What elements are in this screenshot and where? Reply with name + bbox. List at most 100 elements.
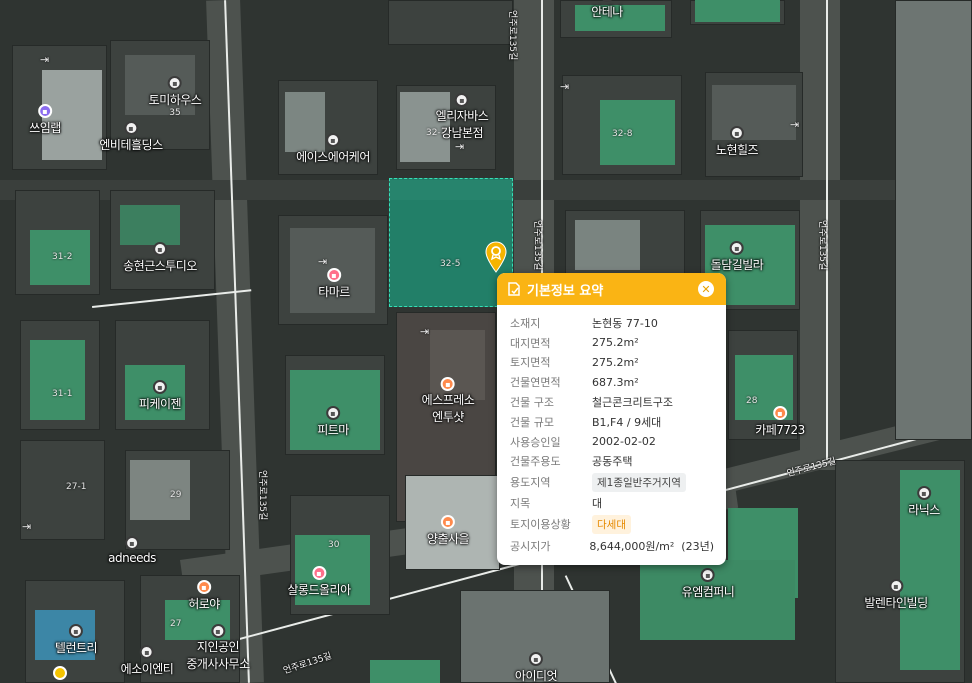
info-row-site-area: 대지면적 275.2m² <box>510 336 639 350</box>
building <box>20 440 105 540</box>
building-icon: ▪ <box>139 645 154 659</box>
building-icon: ▪ <box>68 624 83 638</box>
info-row-scale: 건물 규모 B1,F4 / 9세대 <box>510 415 662 429</box>
lot-number: 32-8 <box>612 129 633 139</box>
building-icon: ▪ <box>889 579 903 593</box>
road-name: 언주로135길 <box>532 220 542 271</box>
cafe-icon: ▪ <box>440 377 455 391</box>
poi-ranix[interactable]: ▪ 라닉스 <box>908 486 940 518</box>
info-row-land-use: 토지이용상황 다세대 <box>510 513 714 535</box>
popup-title: 기본정보 요약 <box>527 283 604 299</box>
beauty-icon: ▪ <box>312 566 326 580</box>
poi-espresso-entushot[interactable]: ▪ 에스프레소 엔투샷 <box>422 377 475 425</box>
location-marker-icon[interactable] <box>485 241 507 273</box>
poi-salon-de-olia[interactable]: ▪ 살롱드올리아 <box>287 566 351 598</box>
poi-cafe7723[interactable]: ▪ 카페7723 <box>755 406 805 438</box>
poi-nbte-holdings[interactable]: ▪ 엔비테흘딩스 <box>99 121 163 153</box>
yellow-poi-icon[interactable] <box>53 666 67 680</box>
lot-number: 27 <box>170 619 182 629</box>
building-icon: ▪ <box>729 126 744 140</box>
poi-pitma[interactable]: ▪ 피트마 <box>317 406 349 438</box>
poi-doldamgil-villa[interactable]: ▪ 돌담길빌라 <box>711 241 764 273</box>
info-row-official-price: 공시지가 8,644,000원/m² (23년) <box>510 540 714 554</box>
cafe-icon: ▪ <box>773 406 787 420</box>
zoning-tag: 제1종일반주거지역 <box>592 472 686 492</box>
lot-number: 30 <box>328 540 340 550</box>
poi-talentree[interactable]: ▪ 텔런트리 <box>55 624 98 656</box>
poi-elizabath[interactable]: ▪ 엘리자바스 강남본점 <box>436 93 489 141</box>
info-rows: 소재지 논현동 77-10 대지면적 275.2m² 토지면적 275.2m² … <box>497 305 726 557</box>
poi-heoroya[interactable]: ▪ 허로야 <box>188 580 220 612</box>
aerial-map[interactable]: 32-7 32-8 31-2 32-5 31-1 28 27-1 29 30 2… <box>0 0 972 683</box>
lot-number: 29 <box>170 490 182 500</box>
info-row-zoning: 용도지역 제1종일반주거지역 <box>510 471 714 493</box>
building-icon: ▪ <box>125 536 139 550</box>
poi-valentine-building[interactable]: ▪ 발렌타인빌딩 <box>864 579 928 611</box>
building-roof <box>120 205 180 245</box>
building-icon: ▪ <box>454 93 469 107</box>
building-icon: ▪ <box>153 242 167 256</box>
info-row-main-use: 건물주용도 공동주택 <box>510 455 633 469</box>
entrance-icon: ⇥ <box>790 118 800 131</box>
building <box>388 0 513 45</box>
entrance-icon: ⇥ <box>22 520 32 533</box>
restaurant-icon: ▪ <box>197 580 211 594</box>
building-icon: ▪ <box>700 568 715 582</box>
poi-sseumlab[interactable]: ▪ 쓰임랩 <box>29 104 61 136</box>
info-row-floor-area: 건물연면적 687.3m² <box>510 375 639 390</box>
road-name: 언주로135길 <box>282 651 334 677</box>
lot-number: 27-1 <box>66 482 87 492</box>
building-icon: ▪ <box>528 652 543 666</box>
building-icon: ▪ <box>152 380 167 394</box>
land-use-tag: 다세대 <box>592 514 631 534</box>
lot-number: 32-5 <box>440 259 461 269</box>
lot-number: 31-1 <box>52 389 73 399</box>
poi-tamar[interactable]: ▪ 타마르 <box>318 268 350 300</box>
building-icon: ▪ <box>600 0 614 2</box>
popup-header: 기본정보 요약 ✕ <box>497 273 726 305</box>
poi-ace-aircare[interactable]: ▪ 에이스에어케어 <box>296 133 370 165</box>
poi-antenna[interactable]: ▪ 안테나 <box>591 0 623 20</box>
building-icon: ▪ <box>729 241 744 255</box>
info-row-land-area: 토지면적 275.2m² <box>510 355 639 370</box>
poi-adneeds[interactable]: ▪ adneeds <box>108 536 156 565</box>
poi-idiot[interactable]: ▪ 아이디엇 <box>515 652 558 683</box>
entrance-icon: ⇥ <box>420 325 430 338</box>
road-name: 언주로135길 <box>817 220 827 271</box>
building-icon: ▪ <box>917 486 931 500</box>
building-roof <box>575 220 640 270</box>
info-popup: 기본정보 요약 ✕ 소재지 논현동 77-10 대지면적 275.2m² 토지면… <box>497 273 726 565</box>
poi-yangchulsaeul[interactable]: ▪ 양출사을 <box>427 515 470 547</box>
building-icon: ▪ <box>167 76 182 90</box>
entrance-icon: ⇥ <box>318 255 328 268</box>
info-row-address: 소재지 논현동 77-10 <box>510 316 658 330</box>
document-icon <box>508 282 520 296</box>
poi-um-company[interactable]: ▪ 유엠컴퍼니 <box>682 568 735 600</box>
lot-number: 28 <box>746 396 758 406</box>
lot-number: 31-2 <box>52 252 73 262</box>
entrance-icon: ⇥ <box>560 80 570 93</box>
building-roof <box>695 0 780 22</box>
info-row-land-category: 지목 대 <box>510 497 603 511</box>
entrance-icon: ⇥ <box>40 53 50 66</box>
poi-tomihouse[interactable]: ▪ 토미하우스 35 <box>149 76 202 118</box>
poi-nohyeon-hills[interactable]: ▪ 노현힐즈 <box>716 126 759 158</box>
building <box>895 0 972 440</box>
road-name: 언주로135길 <box>507 10 517 61</box>
building-roof <box>370 660 440 683</box>
poi-songhyeon-studio[interactable]: ▪ 송현근스투디오 <box>123 242 197 274</box>
building-icon: ▪ <box>326 133 340 147</box>
restaurant-icon: ▪ <box>440 515 455 529</box>
shop-icon: ▪ <box>38 104 52 118</box>
building-icon: ▪ <box>326 406 340 420</box>
close-icon[interactable]: ✕ <box>698 281 714 297</box>
info-row-structure: 건물 구조 철근콘크리트구조 <box>510 396 673 410</box>
poi-esoi-enti[interactable]: ▪ 에소이엔티 <box>121 645 174 677</box>
building-icon: ▪ <box>211 624 225 638</box>
building-icon: ▪ <box>124 121 138 135</box>
poi-pkgen[interactable]: ▪ 피케이젠 <box>139 380 182 412</box>
road-name: 언주로135길 <box>257 470 267 521</box>
poi-jiin-realty[interactable]: ▪ 지인공인 중개사사무소 <box>186 624 250 672</box>
shop-icon: ▪ <box>327 268 341 282</box>
entrance-icon: ⇥ <box>455 140 465 153</box>
